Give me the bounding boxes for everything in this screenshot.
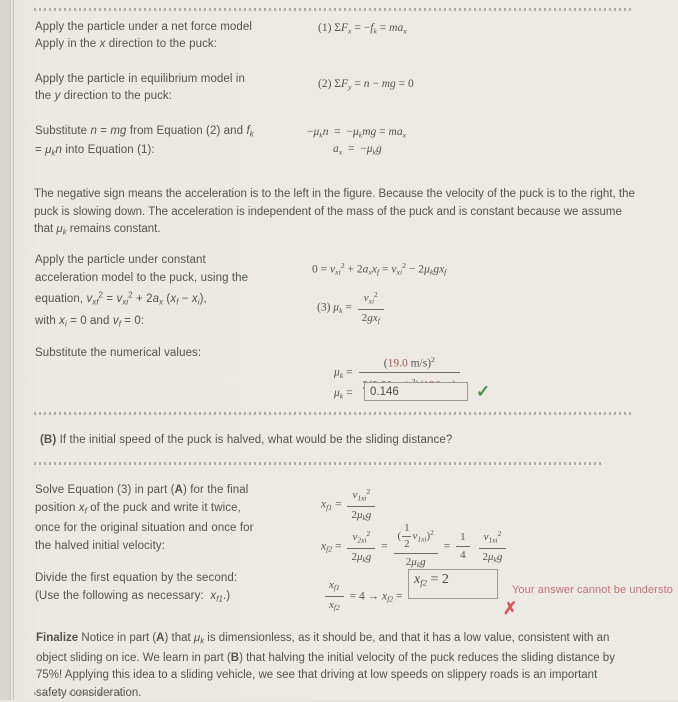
part-b-question-text: If the initial speed of the puck is halv… [59,434,453,446]
partb-eq2-term3: v1xi2 2μkg [478,526,507,568]
step5-fraction-numerator: (19.0 m/s)2 [358,352,461,374]
partb-step1-prompt: Solve Equation (3) in part (A) for the f… [35,481,307,520]
step2-equation: (2) ΣFy = n − mg = 0 [318,78,414,92]
partb-ratio-fraction: xf1 xf2 [325,578,344,615]
worksheet-page: Apply the particle under a net force mod… [0,0,678,700]
partb-step1-prompt-line3: once for the original situation and once… [35,522,254,534]
step1-prompt: Apply the particle under a net force mod… [35,21,253,50]
partb-step2-prompt-line2: (Use the following as necessary: xf1.) [35,590,231,604]
step5-result-label: μk = [334,387,353,401]
partb-eq2-term3-denominator: 2μkg [482,551,503,565]
step4-prompt-line1: Apply the particle under constant [35,254,206,266]
correct-check-icon: ✓ [476,382,491,401]
step1-equation: (1) ΣFx = −fk = max [318,22,407,36]
partb-step2-prompt: Divide the first equation by the second:… [35,569,315,608]
partb-equation-2: xf2 = v2xi2 2μkg = (1 2 v1xi)2 2μkg = 1 4 … [321,521,509,572]
partb-eq2-term1-numerator: v2xi2 [347,526,376,550]
partb-eq2-term1-denominator: 2μkg [351,551,372,565]
partb-ratio-numerator: xf1 [325,578,344,598]
partb-eq1-numerator: v1xi2 [347,484,376,508]
partb-ratio-denominator: xf2 [329,599,340,613]
step3-prompt: Substitute n = mg from Equation (2) and … [35,123,310,162]
step4-equation-line1: 0 = vxi2 + 2axxf = vxi2 − 2μkgxf [312,261,447,277]
step3-equation-line2: ax = −μkg [333,143,382,157]
partb-step1-prompt-line1: Solve Equation (3) in part (A) for the f… [35,484,249,496]
partb-step1-prompt-line4: the halved initial velocity: [35,540,166,552]
partb-eq2-quarter-denominator: 4 [460,549,466,562]
mu-k-answer-input[interactable]: 0.146 [364,382,468,401]
initial-speed-value: 19.0 [387,357,408,370]
step4-prompt-line2: acceleration model to the puck, using th… [35,272,249,284]
step1-prompt-line1: Apply the particle under a net force mod… [35,21,253,33]
step4-equation-line2: (3) μk = vxi2 2gxf [317,287,387,329]
step4-prompt: Apply the particle under constant accele… [35,251,310,333]
step1-prompt-line2: in the x direction to the puck: [67,38,218,50]
step4-fraction: vxi2 2gxf [357,287,384,329]
partb-step1-prompt-line2: position xf of the puck and write it twi… [35,502,241,516]
partb-eq2-term2: (1 2 v1xi)2 2μkg [393,521,438,572]
partb-step1-prompt-cont: once for the original situation and once… [35,519,307,555]
partb-step2-prompt-line1: Divide the first equation by the second: [35,572,238,584]
part-b-label: (B) [40,434,57,446]
worksheet-content: Apply the particle under a net force mod… [0,0,678,700]
step4-fraction-numerator: vxi2 [357,287,384,311]
partb-divide-equation: xf1 xf2 = 4 → xf2 = [322,578,403,615]
step2-prompt-line1: Apply the particle in equilibrium model … [35,73,246,85]
separator-part-b-top [34,412,634,415]
partb-eq2-term3-numerator: v1xi2 [478,526,507,550]
step4-prompt-line4: with xi = 0 and vf = 0: [35,314,145,328]
error-message: Your answer cannot be understo [512,584,673,596]
separator-part-b-bottom [34,462,604,465]
step4-prompt-line3: equation, vxf2 = vxi2 + 2ax (xf − xi), [35,291,207,307]
step3-prompt-line1: Substitute n = mg from Equation (2) and … [35,125,254,139]
narrative-paragraph: The negative sign means the acceleration… [34,188,635,237]
separator-bottom [34,692,124,695]
partb-eq2-term2-numerator: (1 2 v1xi)2 [393,521,438,554]
partb-equation-1: xf1 = v1xi2 2μkg [321,484,378,526]
partb-eq2-quarter-numerator: 1 [456,530,470,548]
step3-prompt-line2: = μkn into Equation (1): [35,144,155,158]
incorrect-cross-icon: ✗ [503,599,518,618]
xf2-answer-input[interactable]: xf2 = 2 [408,569,498,599]
partb-eq1-fraction: v1xi2 2μkg [347,484,376,526]
step4-fraction-denominator: 2gxf [361,312,380,326]
finalize-heading: Finalize [36,632,79,644]
partb-eq2-term3-quarter: 1 4 [456,530,470,563]
partb-eq2-term1: v2xi2 2μkg [347,526,376,568]
step2-prompt-line2: the y direction to the puck: [35,90,173,102]
separator-top [34,8,634,11]
part-b-question: (B) If the initial speed of the puck is … [40,432,452,449]
step2-prompt: Apply the particle in equilibrium model … [35,71,300,105]
step5-prompt: Substitute the numerical values: [35,347,202,359]
